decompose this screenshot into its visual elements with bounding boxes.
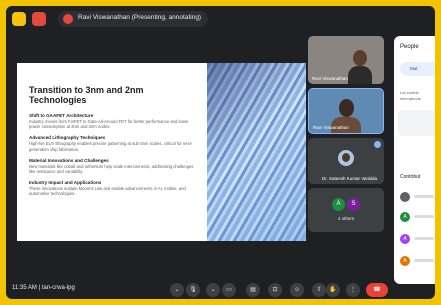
presenting-icon	[63, 14, 73, 24]
camera-chevron-icon[interactable]: ⌄	[206, 283, 220, 297]
slide-text: Transition to 3nm and 2nm Technologies S…	[29, 85, 199, 203]
participant-tile-active[interactable]: Ravi Viswanathan	[308, 88, 384, 134]
share-screen-icon[interactable]: ⇧	[312, 283, 326, 297]
meeting-window: Ravi Viswanathan (Presenting, annotating…	[6, 6, 435, 299]
captions-toggle-icon[interactable]: ▤	[246, 283, 260, 297]
app-icon[interactable]	[12, 12, 26, 26]
bottom-bar: 11:35 AM | tan-crwa-lpg ⌄ 🎙 ⌄ ▭ ▤ ⊡ ☺ ⇧ …	[6, 282, 435, 299]
top-bar: Ravi Viswanathan (Presenting, annotating…	[6, 6, 435, 32]
end-call-button[interactable]: ☎	[366, 283, 388, 297]
panel-note: microphone	[400, 96, 421, 101]
participant-face	[339, 99, 354, 117]
others-label: 4 others	[337, 216, 355, 221]
presenting-indicator[interactable]: Ravi Viswanathan (Presenting, annotating…	[58, 11, 208, 27]
panel-note: Let contrib	[400, 90, 419, 95]
contributors-heading: Contribut	[400, 174, 421, 180]
clock: 11:35 AM	[12, 285, 37, 291]
meeting-info: 11:35 AM | tan-crwa-lpg	[12, 285, 75, 291]
section-body: These innovations sustain Moore's Law an…	[29, 186, 186, 197]
participant-name: Ravi Viswanathan	[312, 76, 348, 81]
slide-title: Transition to 3nm and 2nm Technologies	[29, 85, 144, 105]
mute-all-button[interactable]: Mut	[400, 62, 435, 76]
participant-name: Dr. Sateesh Kumar Vanlalia	[322, 176, 377, 181]
mute-all-label: Mut	[410, 66, 418, 71]
participant-body	[348, 66, 372, 84]
avatar: S	[347, 198, 360, 211]
contributor-name	[414, 215, 434, 218]
present-icon[interactable]: ⊡	[268, 283, 282, 297]
more-options-icon[interactable]: ⋮	[346, 283, 360, 297]
panel-info-box	[398, 110, 435, 136]
people-panel: People Mut Let contrib microphone Contri…	[394, 36, 435, 284]
contributor-avatar[interactable]: A	[400, 256, 410, 266]
microphone-icon[interactable]: 🎙	[186, 283, 200, 297]
participant-name: Ravi Viswanathan	[313, 125, 349, 130]
participant-face	[353, 50, 367, 66]
contributor-avatar[interactable]: A	[400, 234, 410, 244]
section-body: High-NA EUV lithography enables precise …	[29, 141, 193, 152]
emoji-icon[interactable]: ☺	[290, 283, 304, 297]
participant-tile[interactable]: Ravi Viswanathan	[308, 36, 384, 84]
meeting-code: tan-crwa-lpg	[41, 285, 75, 291]
contributor-avatar[interactable]: A	[400, 212, 410, 222]
speaking-icon	[374, 141, 381, 148]
contributor-avatar[interactable]	[400, 192, 410, 202]
section-body: New materials like cobalt and ruthenium …	[29, 163, 194, 175]
contributor-name	[414, 237, 434, 240]
contributor-name	[414, 259, 434, 262]
raise-hand-icon[interactable]: ✋	[326, 283, 340, 297]
wafer-image	[207, 63, 306, 241]
captions-icon[interactable]: ⌄	[170, 283, 184, 297]
camera-icon[interactable]: ▭	[222, 283, 236, 297]
panel-title: People	[400, 44, 419, 50]
presentation-slide: Transition to 3nm and 2nm Technologies S…	[17, 63, 306, 241]
participant-tile[interactable]: Dr. Sateesh Kumar Vanlalia	[308, 138, 384, 184]
contributor-name	[414, 195, 434, 198]
avatar: A	[332, 198, 345, 211]
others-tile[interactable]: A S 4 others	[308, 188, 384, 232]
avatar	[338, 150, 354, 166]
section-body: Industry moves from FinFET to Gate-All-A…	[29, 119, 189, 130]
presenting-text: Ravi Viswanathan (Presenting, annotating…	[78, 14, 202, 21]
record-icon[interactable]	[32, 12, 46, 26]
